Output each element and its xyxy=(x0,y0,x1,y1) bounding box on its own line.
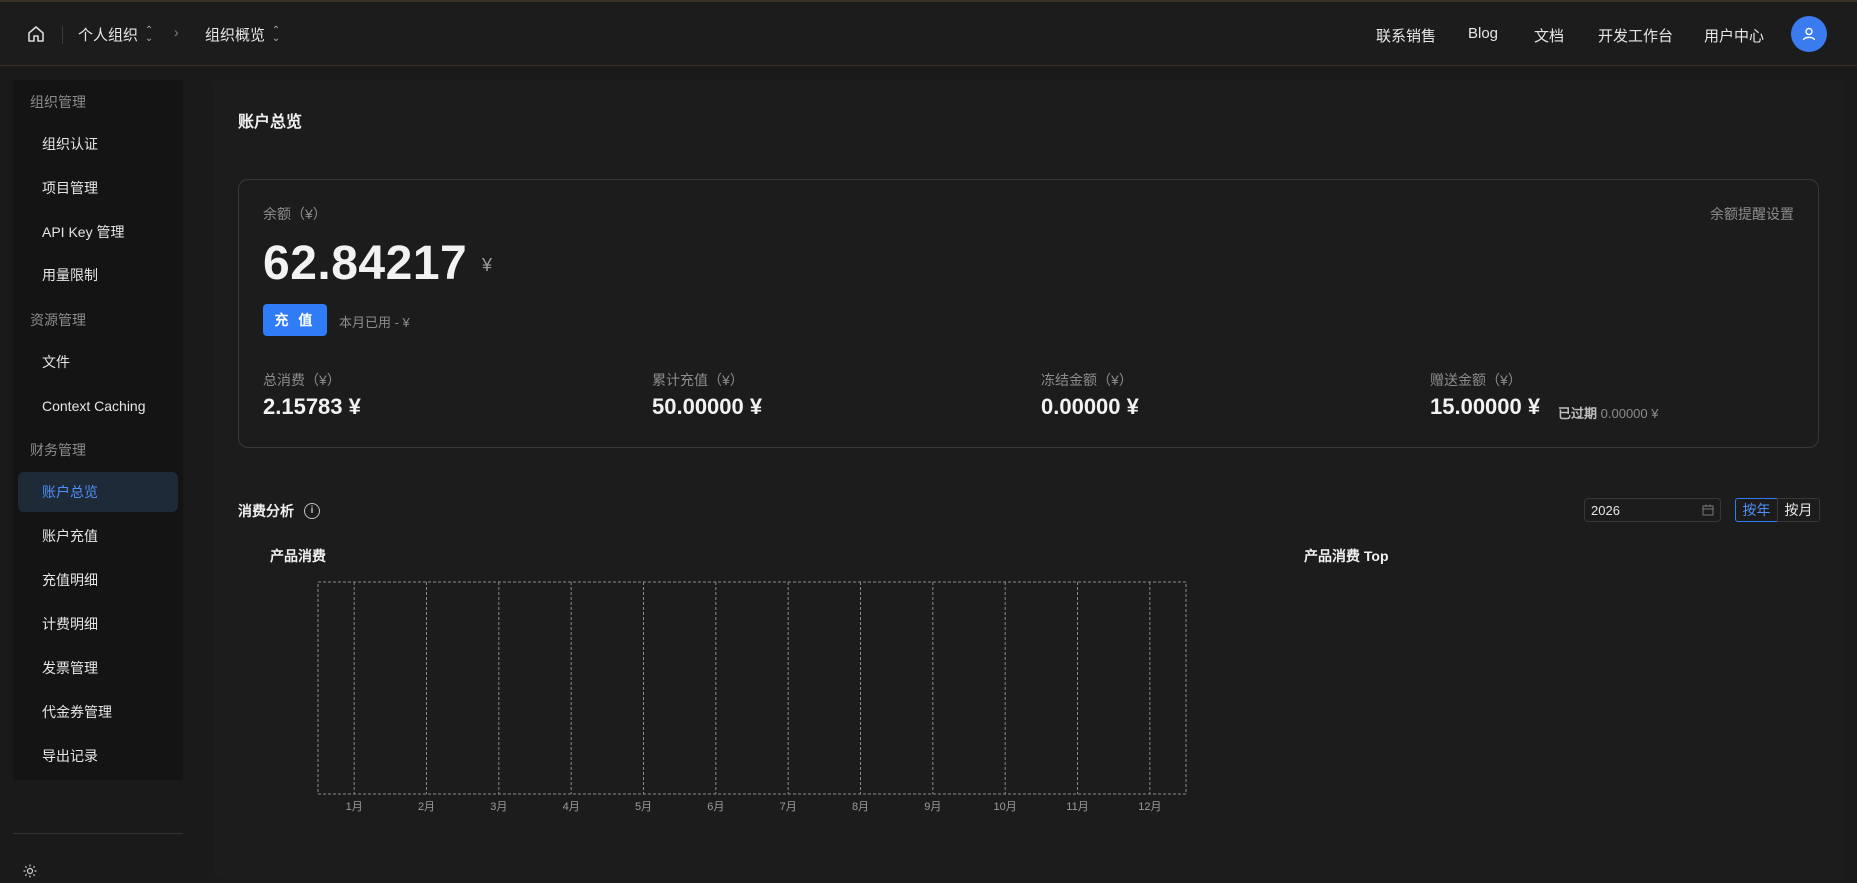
divider xyxy=(62,26,63,44)
sidebar-item-billing-details[interactable]: 计费明细 xyxy=(18,604,178,644)
breadcrumb-organization[interactable]: 个人组织 ⌃ ⌄ xyxy=(78,24,154,45)
sidebar-item-usage-limits[interactable]: 用量限制 xyxy=(18,255,178,295)
expired-label: 已过期 xyxy=(1558,406,1598,421)
month-used-text: 本月已用 - ¥ xyxy=(339,315,410,330)
breadcrumb-page[interactable]: 组织概览 ⌃ ⌄ xyxy=(205,24,281,45)
chart-x-tick-label: 12月 xyxy=(1138,801,1161,813)
top-chart-title: 产品消费 Top xyxy=(1304,548,1389,564)
nav-link-docs[interactable]: 文档 xyxy=(1534,25,1564,46)
year-picker[interactable]: 2026 xyxy=(1584,498,1721,522)
sidebar-group-title: 资源管理 xyxy=(30,312,86,328)
nav-link-dev-workbench[interactable]: 开发工作台 xyxy=(1598,25,1673,46)
breadcrumb-page-label: 组织概览 xyxy=(205,27,266,44)
sidebar-item-export-records[interactable]: 导出记录 xyxy=(18,736,178,776)
stat-value-frozen: 0.00000 ¥ xyxy=(1041,394,1139,419)
info-icon[interactable]: i xyxy=(304,503,320,519)
sidebar-group-title: 财务管理 xyxy=(30,442,86,458)
chart-x-tick-label: 9月 xyxy=(924,801,941,813)
avatar[interactable] xyxy=(1791,16,1827,52)
sidebar-item-files[interactable]: 文件 xyxy=(18,342,178,382)
year-picker-value: 2026 xyxy=(1591,502,1620,518)
chart-x-tick-label: 5月 xyxy=(635,801,652,813)
chart-x-tick-label: 8月 xyxy=(852,801,869,813)
product-chart-title: 产品消费 xyxy=(270,548,326,564)
chart-x-tick-label: 1月 xyxy=(346,801,363,813)
balance-label: 余额（¥） xyxy=(263,206,327,222)
analysis-title: 消费分析 i xyxy=(238,501,320,521)
home-icon[interactable] xyxy=(26,24,46,44)
sidebar-item-projects[interactable]: 项目管理 xyxy=(18,168,178,208)
sidebar-item-account-overview[interactable]: 账户总览 xyxy=(18,472,178,512)
sidebar-group-title: 组织管理 xyxy=(30,94,86,110)
nav-link-user-center[interactable]: 用户中心 xyxy=(1704,25,1764,46)
sidebar-item-org-verification[interactable]: 组织认证 xyxy=(18,124,178,164)
sidebar-item-vouchers[interactable]: 代金券管理 xyxy=(18,692,178,732)
nav-link-contact-sales[interactable]: 联系销售 xyxy=(1376,25,1436,46)
stat-label-total-spend: 总消费（¥） xyxy=(263,372,341,388)
segment-by-month[interactable]: 按月 xyxy=(1777,498,1820,522)
chart-x-tick-label: 10月 xyxy=(994,801,1017,813)
chart-x-tick-label: 7月 xyxy=(780,801,797,813)
sidebar-item-api-keys[interactable]: API Key 管理 xyxy=(18,212,178,252)
product-consumption-chart: 1月 2月 3月 4月 5月 6月 7月 8月 9月 10月 11月 12月 xyxy=(317,581,1187,813)
chart-x-tick-label: 11月 xyxy=(1066,801,1088,813)
stat-label-frozen: 冻结金额（¥） xyxy=(1041,372,1133,388)
user-icon xyxy=(1802,27,1816,41)
page-title: 账户总览 xyxy=(238,114,303,131)
nav-link-blog[interactable]: Blog xyxy=(1468,25,1498,42)
sidebar-item-context-caching[interactable]: Context Caching xyxy=(18,386,178,426)
chart-plot-area xyxy=(317,581,1187,795)
chevron-updown-icon: ⌃ ⌄ xyxy=(144,24,154,44)
chart-x-tick-label: 2月 xyxy=(418,801,435,813)
breadcrumb-organization-label: 个人组织 xyxy=(78,27,139,44)
calendar-icon xyxy=(1702,504,1714,516)
sidebar-item-account-recharge[interactable]: 账户充值 xyxy=(18,516,178,556)
analysis-title-label: 消费分析 xyxy=(238,503,294,519)
balance-card: 余额（¥） 余额提醒设置 62.84217 ¥ 充 值 本月已用 - ¥ 总消费… xyxy=(238,179,1819,448)
balance-unit: ¥ xyxy=(482,255,493,275)
stat-value-total-spend: 2.15783 ¥ xyxy=(263,394,361,419)
chart-x-tick-label: 3月 xyxy=(490,801,507,813)
segment-by-year[interactable]: 按年 xyxy=(1735,498,1778,522)
chevron-updown-icon: ⌃ ⌄ xyxy=(271,24,281,44)
stat-label-gift: 赠送金额（¥） xyxy=(1430,372,1522,388)
stat-label-total-recharge: 累计充值（¥） xyxy=(652,372,744,388)
chart-x-tick-label: 4月 xyxy=(563,801,580,813)
balance-alert-settings-link[interactable]: 余额提醒设置 xyxy=(1710,204,1794,224)
recharge-button[interactable]: 充 值 xyxy=(263,304,327,336)
expired-value: 0.00000 ¥ xyxy=(1600,406,1659,421)
chevron-right-icon: › xyxy=(174,24,179,40)
expired-amount: 已过期 0.00000 ¥ xyxy=(1558,403,1658,422)
sidebar-item-recharge-details[interactable]: 充值明细 xyxy=(18,560,178,600)
top-navigation-bar: 个人组织 ⌃ ⌄ › 组织概览 ⌃ ⌄ 联系销售 Blog 文档 开发工作台 用户中… xyxy=(0,0,1857,66)
sidebar: 组织管理 组织认证 项目管理 API Key 管理 用量限制 资源管理 文件 C… xyxy=(13,80,183,780)
sun-icon[interactable] xyxy=(23,864,37,878)
sidebar-item-invoices[interactable]: 发票管理 xyxy=(18,648,178,688)
stat-value-total-recharge: 50.00000 ¥ xyxy=(652,394,763,419)
balance-value: 62.84217 xyxy=(263,237,468,290)
divider xyxy=(13,833,183,834)
main-content: 账户总览 余额（¥） 余额提醒设置 62.84217 ¥ 充 值 本月已用 - … xyxy=(214,80,1844,879)
stat-value-gift: 15.00000 ¥ xyxy=(1430,394,1541,419)
chart-x-tick-label: 6月 xyxy=(707,801,724,813)
